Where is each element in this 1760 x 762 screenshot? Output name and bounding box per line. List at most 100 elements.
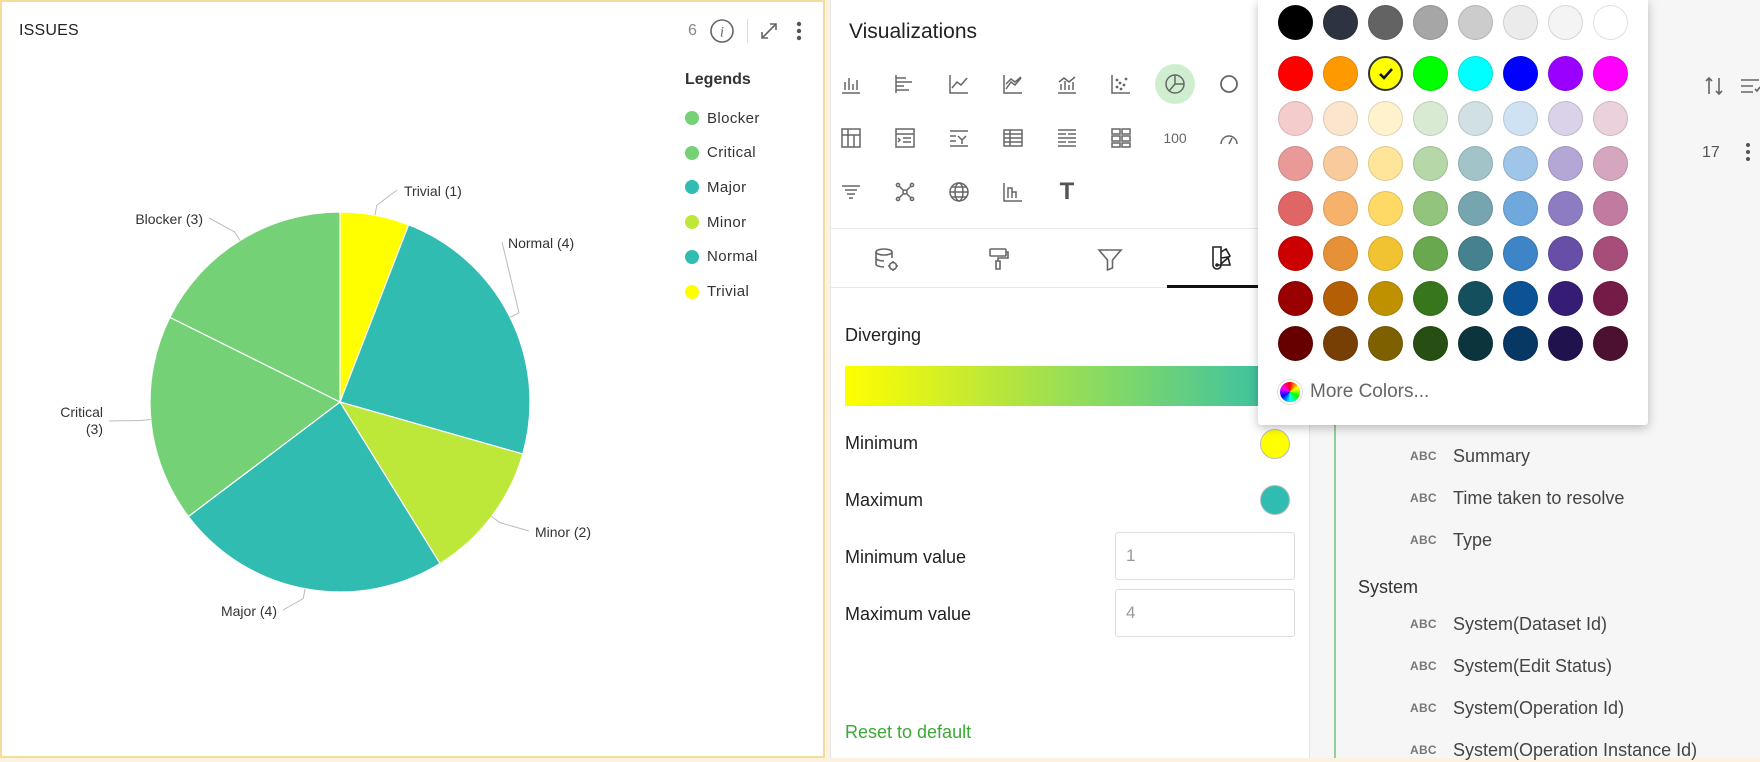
legend-item-critical[interactable]: Critical [685,143,756,163]
color-swatch[interactable] [1548,326,1583,361]
filter-list-icon[interactable] [939,118,979,158]
color-swatch[interactable] [1548,191,1583,226]
color-swatch[interactable] [1413,146,1448,181]
field-item[interactable]: ABC System(Dataset Id) [1410,612,1607,636]
gauge-icon[interactable] [1209,118,1249,158]
color-swatch[interactable] [1593,326,1628,361]
field-item[interactable]: ABC Time taken to resolve [1410,486,1624,510]
color-swatch[interactable] [1278,101,1313,136]
color-swatch[interactable] [1458,5,1493,40]
color-swatch[interactable] [1323,326,1358,361]
field-item[interactable]: ABC System(Edit Status) [1410,654,1612,678]
color-swatch[interactable] [1278,191,1313,226]
color-swatch[interactable] [1503,101,1538,136]
color-swatch[interactable] [1368,326,1403,361]
minimum-value-input[interactable] [1115,532,1295,580]
funnel-icon[interactable] [831,172,871,212]
color-swatch[interactable] [1413,191,1448,226]
color-swatch[interactable] [1323,56,1358,91]
horizontal-bar-icon[interactable] [885,64,925,104]
color-swatch[interactable] [1413,5,1448,40]
color-swatch[interactable] [1278,146,1313,181]
color-swatch[interactable] [1503,191,1538,226]
color-swatch[interactable] [1458,101,1493,136]
color-swatch[interactable] [1503,281,1538,316]
text-icon[interactable]: T [1047,172,1087,212]
grouped-list-icon[interactable] [1047,118,1087,158]
field-item[interactable]: ABC Summary [1410,444,1530,468]
color-swatch[interactable] [1368,191,1403,226]
color-swatch[interactable] [1413,326,1448,361]
tab-data[interactable] [831,229,941,288]
color-swatch[interactable] [1323,101,1358,136]
legend-item-trivial[interactable]: Trivial [685,282,749,302]
fields-more-icon[interactable] [1738,140,1758,169]
kpi-number-icon[interactable]: 100 [1155,118,1195,158]
legend-item-major[interactable]: Major [685,177,747,197]
color-swatch[interactable] [1368,146,1403,181]
sort-icon[interactable] [1702,74,1726,103]
color-swatch[interactable] [1413,236,1448,271]
color-swatch[interactable] [1278,5,1313,40]
legend-item-minor[interactable]: Minor [685,212,747,232]
list-options-icon[interactable] [1738,74,1760,103]
color-swatch[interactable] [1458,56,1493,91]
color-swatch[interactable] [1368,101,1403,136]
legend-item-normal[interactable]: Normal [685,247,758,267]
color-swatch[interactable] [1548,146,1583,181]
tab-filter[interactable] [1055,229,1165,288]
color-swatch[interactable] [1323,236,1358,271]
legend-item-blocker[interactable]: Blocker [685,108,760,128]
tab-format[interactable] [943,229,1053,288]
donut-chart-icon[interactable] [1209,64,1249,104]
field-item[interactable]: ABC System(Operation Id) [1410,696,1624,720]
table-icon[interactable] [993,118,1033,158]
color-swatch[interactable] [1593,5,1628,40]
color-swatch[interactable] [1548,101,1583,136]
color-swatch[interactable] [1413,56,1448,91]
color-swatch[interactable] [1593,101,1628,136]
color-swatch[interactable] [1503,146,1538,181]
color-swatch[interactable] [1323,281,1358,316]
maximum-value-input[interactable] [1115,589,1295,637]
color-swatch[interactable] [1278,281,1313,316]
color-swatch[interactable] [1323,191,1358,226]
pivot-icon[interactable] [831,118,871,158]
color-swatch[interactable] [1413,101,1448,136]
color-swatch[interactable] [1323,5,1358,40]
pie-chart-icon[interactable] [1155,64,1195,104]
histogram-icon[interactable] [993,172,1033,212]
color-swatch[interactable] [1323,146,1358,181]
color-swatch[interactable] [1503,56,1538,91]
color-swatch[interactable] [1503,236,1538,271]
network-icon[interactable] [885,172,925,212]
color-swatch[interactable] [1278,236,1313,271]
color-swatch[interactable] [1593,236,1628,271]
globe-icon[interactable] [939,172,979,212]
field-item[interactable]: ABC System(Operation Instance Id) [1410,738,1697,762]
combo-chart-icon[interactable] [1047,64,1087,104]
color-swatch[interactable] [1548,5,1583,40]
color-swatch[interactable] [1368,236,1403,271]
color-swatch[interactable] [1548,236,1583,271]
color-swatch[interactable] [1503,5,1538,40]
color-swatch[interactable] [1548,56,1583,91]
line-chart-icon[interactable] [939,64,979,104]
bar-chart-icon[interactable] [831,64,871,104]
color-swatch[interactable] [1278,326,1313,361]
color-swatch[interactable] [1458,146,1493,181]
reset-to-default-link[interactable]: Reset to default [845,722,971,743]
color-swatch[interactable] [1458,326,1493,361]
color-swatch[interactable] [1458,281,1493,316]
color-swatch[interactable] [1593,146,1628,181]
color-swatch[interactable] [1458,191,1493,226]
minimum-color-swatch[interactable] [1260,429,1290,459]
color-swatch[interactable] [1593,191,1628,226]
color-swatch[interactable] [1368,281,1403,316]
color-swatch[interactable] [1503,326,1538,361]
tile-grid-icon[interactable] [1101,118,1141,158]
scatter-chart-icon[interactable] [1101,64,1141,104]
maximum-color-swatch[interactable] [1260,485,1290,515]
color-swatch[interactable] [1278,56,1313,91]
color-swatch[interactable] [1368,56,1403,91]
